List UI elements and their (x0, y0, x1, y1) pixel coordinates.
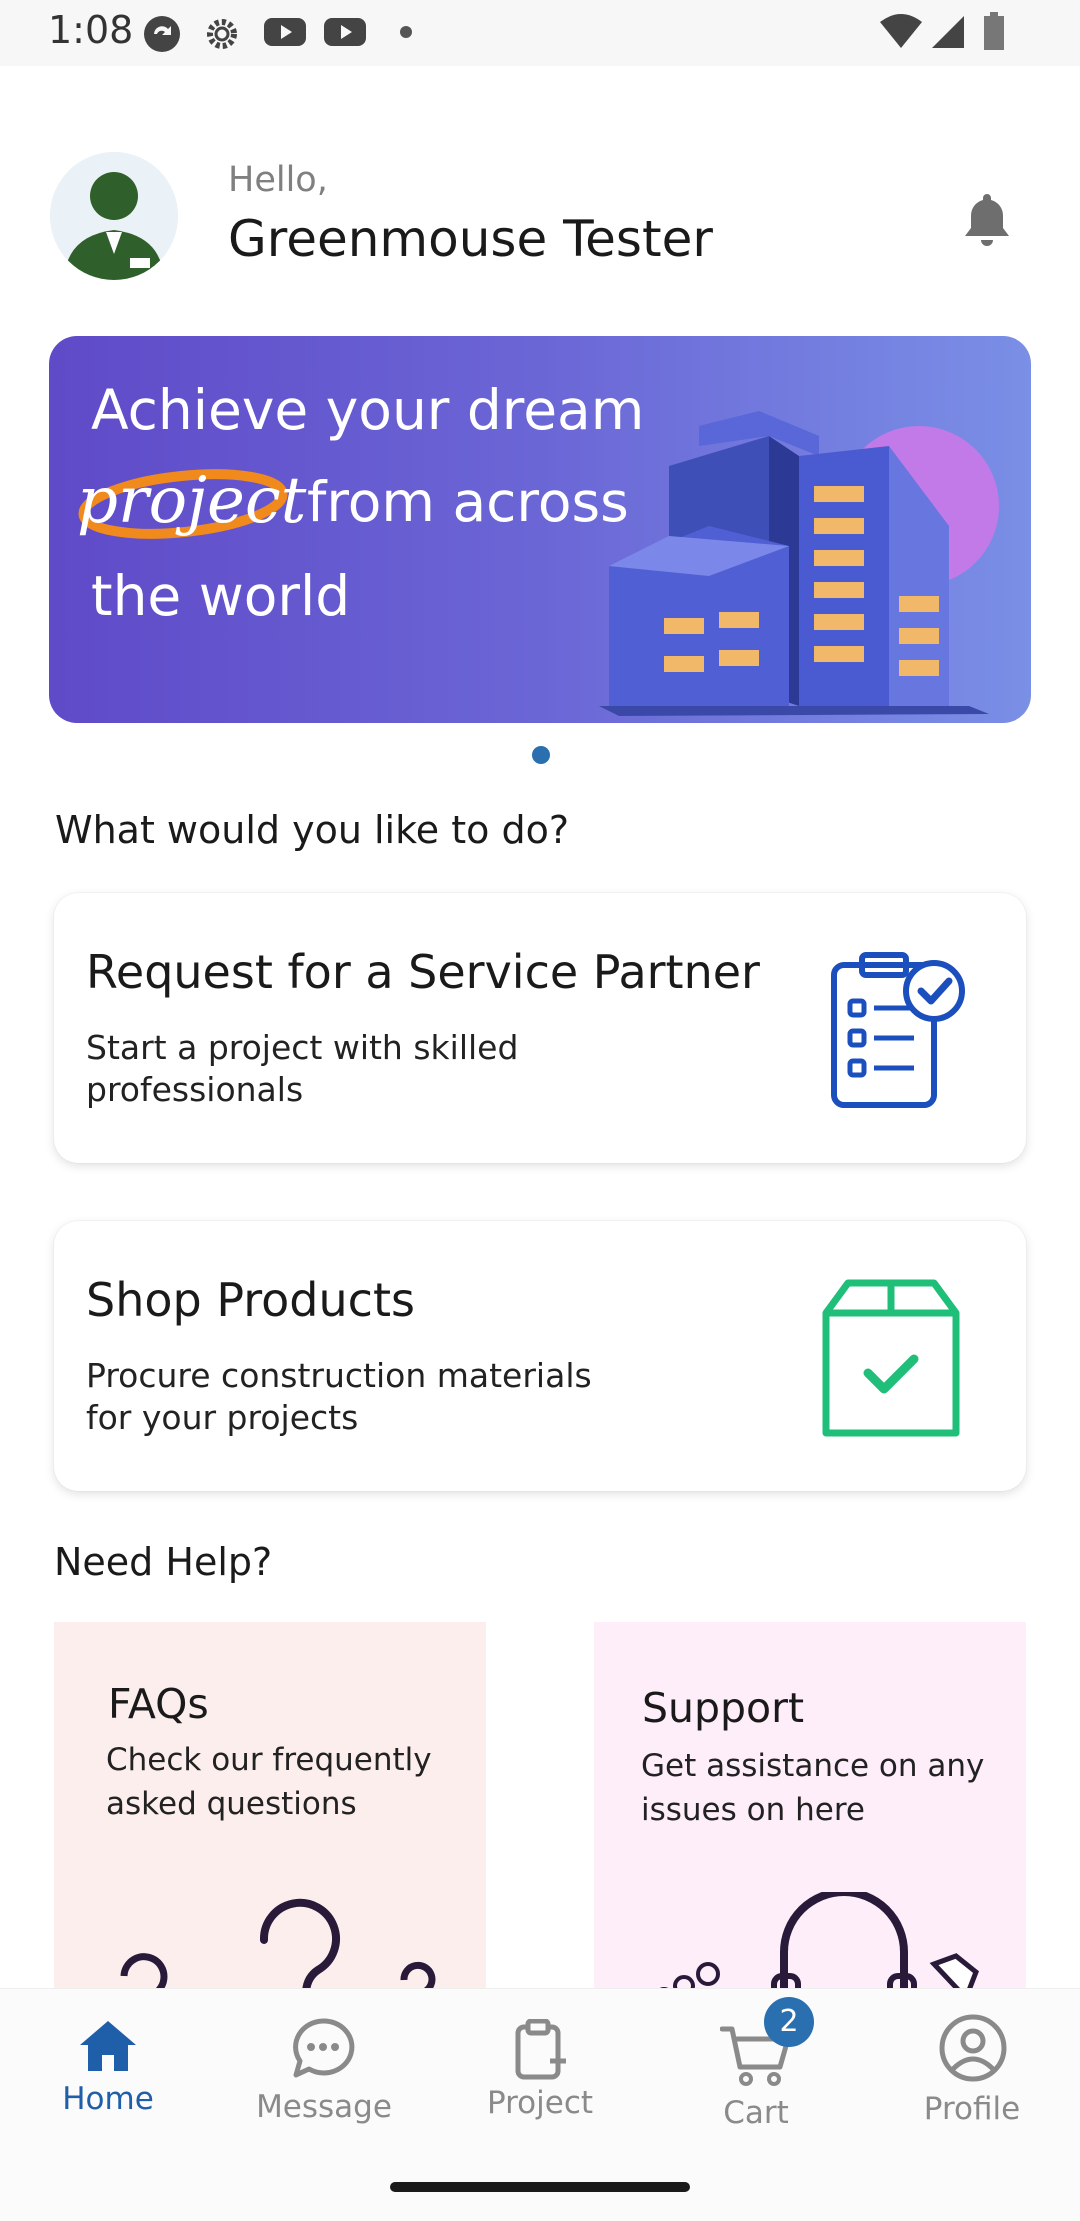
faq-description: Check our frequently asked questions (106, 1742, 432, 1822)
shop-products-card[interactable]: Shop Products Procure construction mater… (54, 1221, 1026, 1491)
clipboard-checklist-icon (831, 952, 965, 1108)
nav-profile[interactable]: Profile (864, 1989, 1080, 2159)
nav-project[interactable]: Project (432, 1989, 648, 2159)
faq-tile[interactable]: FAQs Check our frequently asked question… (54, 1622, 486, 1990)
nav-home-label: Home (62, 2081, 154, 2117)
clipboard-plus-icon (515, 2019, 566, 2080)
service-card-description: Start a project with skilled professiona… (86, 1028, 519, 1109)
nav-cart-label: Cart (723, 2095, 789, 2131)
nav-message-label: Message (256, 2089, 392, 2125)
support-description: Get assistance on any issues on here (641, 1748, 985, 1828)
banner-project-word: project (77, 464, 307, 538)
promo-banner[interactable]: Achieve your dream project from across t… (49, 336, 1031, 723)
shop-card-description: Procure construction materials for your … (86, 1356, 592, 1437)
support-title: Support (642, 1684, 805, 1732)
signal-icon (932, 16, 964, 48)
youtube-icon (324, 18, 366, 46)
wifi-icon (880, 14, 922, 48)
sync-icon (144, 16, 180, 52)
home-indicator[interactable] (390, 2182, 690, 2192)
avatar[interactable] (50, 152, 178, 280)
nav-project-label: Project (486, 2085, 594, 2121)
carousel-indicator-dot[interactable] (532, 746, 550, 764)
service-partner-card[interactable]: Request for a Service Partner Start a pr… (54, 893, 1026, 1163)
box-check-icon (822, 1279, 960, 1437)
status-time: 1:08 (48, 8, 134, 52)
settings-icon (207, 19, 237, 49)
cart-count-badge: 2 (764, 1997, 814, 2047)
dot-icon (400, 26, 412, 38)
banner-line-3: the world (91, 564, 351, 628)
bell-icon[interactable] (960, 190, 1014, 248)
shop-card-title: Shop Products (86, 1273, 415, 1327)
nav-home[interactable]: Home (0, 1989, 216, 2159)
nav-message[interactable]: Message (216, 1989, 432, 2159)
banner-line-2: from across (307, 470, 629, 534)
question-marks-illustration (120, 1898, 436, 1990)
faq-title: FAQs (108, 1680, 209, 1728)
banner-line-1: Achieve your dream (91, 378, 645, 442)
building-illustration (599, 411, 999, 716)
greeting-text: Hello, (228, 160, 328, 200)
service-card-title: Request for a Service Partner (86, 945, 760, 999)
headset-illustration (657, 1892, 979, 1990)
user-name: Greenmouse Tester (228, 210, 713, 268)
section-title-help: Need Help? (54, 1540, 273, 1584)
nav-profile-label: Profile (923, 2091, 1021, 2127)
nav-cart[interactable]: 2 Cart (648, 1989, 864, 2159)
user-circle-icon (939, 2014, 1007, 2082)
battery-icon (984, 12, 1004, 50)
section-title-todo: What would you like to do? (55, 808, 569, 852)
support-tile[interactable]: Support Get assistance on any issues on … (594, 1622, 1026, 1990)
user-avatar-icon (50, 152, 178, 280)
chat-bubble-icon (293, 2018, 355, 2078)
youtube-icon (264, 18, 306, 46)
home-icon (80, 2021, 136, 2071)
status-bar: 1:08 (0, 0, 1080, 66)
